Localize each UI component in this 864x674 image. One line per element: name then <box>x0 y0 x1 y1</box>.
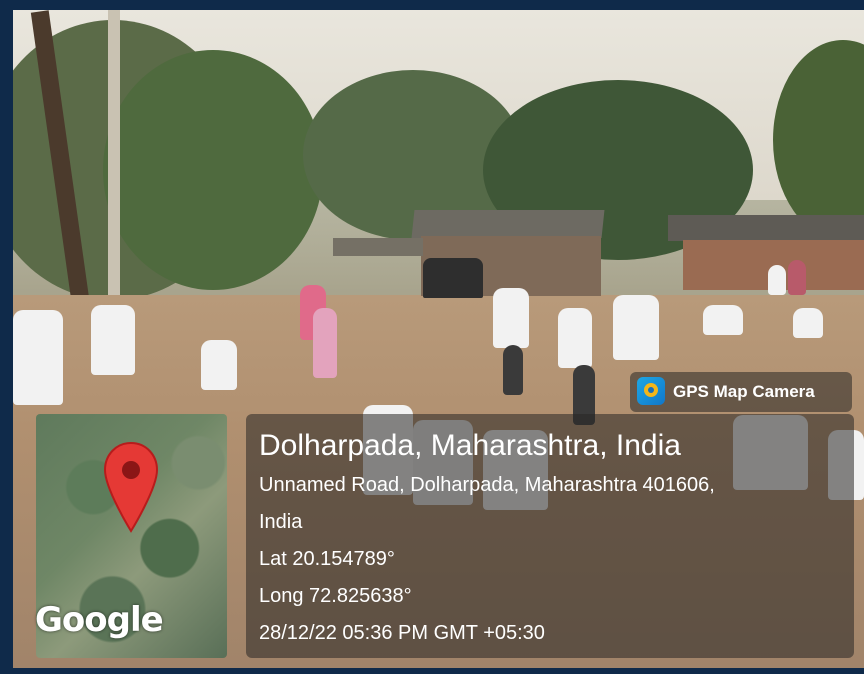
hut-roof <box>668 215 864 241</box>
person <box>613 295 659 360</box>
map-pin-icon <box>103 441 159 533</box>
hut-roof <box>333 238 423 256</box>
hut-roof <box>411 210 605 238</box>
latitude: Lat 20.154789° <box>259 548 395 570</box>
gps-map-camera-icon <box>637 377 665 405</box>
person <box>558 308 592 368</box>
person <box>201 340 237 390</box>
app-name: GPS Map Camera <box>673 382 815 401</box>
address-line-2: India <box>259 511 303 533</box>
person <box>703 305 743 335</box>
google-logo: Google <box>35 600 164 640</box>
person <box>313 308 337 378</box>
person <box>13 310 63 405</box>
person <box>493 288 529 348</box>
location-title: Dolharpada, Maharashtra, India <box>259 429 681 462</box>
person <box>768 265 786 295</box>
tree-trunk <box>108 10 120 340</box>
tree <box>103 50 323 290</box>
timestamp: 28/12/22 05:36 PM GMT +05:30 <box>259 622 545 644</box>
person <box>788 260 806 295</box>
address-line-1: Unnamed Road, Dolharpada, Maharashtra 40… <box>259 474 715 496</box>
person <box>793 308 823 338</box>
person <box>503 345 523 395</box>
rickshaw <box>423 258 483 298</box>
person <box>91 305 135 375</box>
longitude: Long 72.825638° <box>259 585 412 607</box>
